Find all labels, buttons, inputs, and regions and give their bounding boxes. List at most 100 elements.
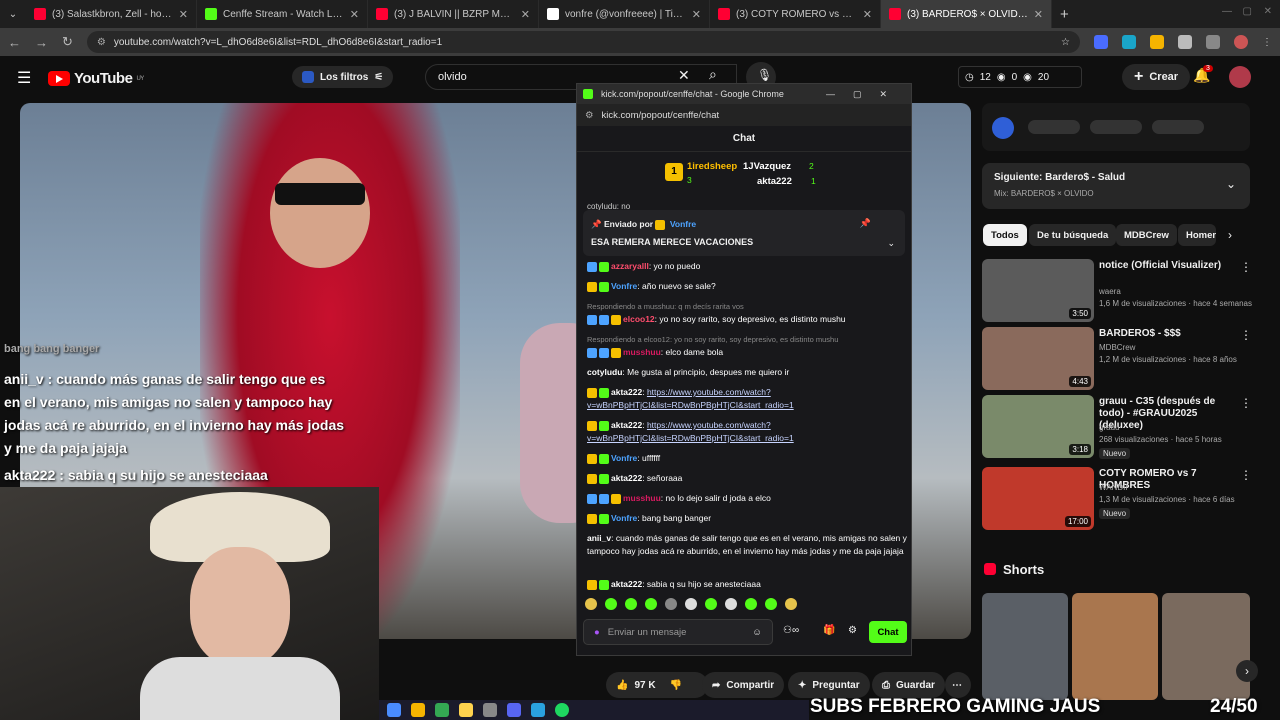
hamburger-menu-icon[interactable]: ☰ <box>17 68 31 88</box>
share-button[interactable]: ➦ Compartir <box>702 672 785 698</box>
channel-name[interactable]: MDBCrew <box>1099 343 1135 352</box>
video-thumbnail[interactable]: 4:43 <box>982 327 1094 390</box>
chat-message[interactable]: anii_v: cuando más ganas de salir tengo … <box>587 532 907 558</box>
video-title[interactable]: grauu - C35 (después de todo) - #GRAUU20… <box>1099 396 1239 432</box>
emote-icon[interactable] <box>665 598 677 610</box>
close-tab-icon[interactable]: ✕ <box>521 8 530 21</box>
emote-icon[interactable] <box>605 598 617 610</box>
chat-message[interactable]: akta222: señoraaa <box>587 472 907 485</box>
filters-button[interactable]: Los filtros ⚟ <box>292 66 394 88</box>
taskbar-app-icon[interactable] <box>387 703 401 717</box>
close-tab-icon[interactable]: ✕ <box>179 8 188 21</box>
taskbar-app-icon[interactable] <box>483 703 497 717</box>
chat-message[interactable]: akta222: sabia q su hijo se anesteciaaa <box>587 578 907 591</box>
more-actions-button[interactable]: ⋯ <box>945 672 971 698</box>
spotify-icon[interactable] <box>555 703 569 717</box>
emoji-icon[interactable]: ☺ <box>752 627 762 638</box>
chat-message[interactable]: Vonfre: bang bang banger <box>587 512 907 525</box>
browser-tab[interactable]: vonfre (@vonfreeee) | TikTok ✕ <box>539 0 710 28</box>
chip-homen[interactable]: Homen <box>1178 224 1216 246</box>
close-tab-icon[interactable]: ✕ <box>1034 8 1043 21</box>
people-icon[interactable]: ⚇∞ <box>783 625 799 636</box>
site-info-icon[interactable]: ⚙ <box>97 37 106 48</box>
chat-message[interactable]: akta222: https://www.youtube.com/watch?v… <box>587 419 907 445</box>
popup-window-controls[interactable]: —▢✕ <box>826 89 905 100</box>
emote-icon[interactable] <box>705 598 717 610</box>
discord-icon[interactable] <box>507 703 521 717</box>
settings-gear-icon[interactable]: ⚙ <box>848 625 857 636</box>
video-thumbnail[interactable]: 17:00 <box>982 467 1094 530</box>
forward-icon[interactable]: → <box>35 35 48 50</box>
emote-icon[interactable] <box>785 598 797 610</box>
video-title[interactable]: BARDERO$ - $$$ <box>1099 328 1239 340</box>
send-chat-button[interactable]: Chat <box>869 621 907 643</box>
chip-mdbcrew[interactable]: MDBCrew <box>1116 224 1177 246</box>
chat-username[interactable]: Vonfre <box>611 513 637 523</box>
thumbs-up-icon[interactable]: 👍 <box>616 680 628 691</box>
chat-username[interactable]: azzaryalll <box>611 261 649 271</box>
channel-name[interactable]: grauu <box>1099 423 1119 432</box>
browser-tab[interactable]: Cenffe Stream - Watch Live on K... ✕ <box>197 0 368 28</box>
chrome-icon[interactable] <box>435 703 449 717</box>
profile-avatar[interactable] <box>1234 35 1248 49</box>
browser-tab[interactable]: (3) BARDERO$ × OLVIDO - YouT... ✕ <box>881 0 1052 28</box>
video-thumbnail[interactable]: 3:50 <box>982 259 1094 322</box>
extension-icon[interactable] <box>1122 35 1136 49</box>
menu-dots-icon[interactable]: ⋮ <box>1262 37 1272 48</box>
folder-icon[interactable] <box>459 703 473 717</box>
telegram-icon[interactable] <box>531 703 545 717</box>
extension-icon[interactable] <box>1150 35 1164 49</box>
video-title[interactable]: notice (Official Visualizer) <box>1099 260 1239 272</box>
video-menu-icon[interactable]: ⋮ <box>1240 328 1252 342</box>
channel-name[interactable]: waera <box>1099 287 1121 296</box>
unpin-icon[interactable]: 📌 <box>860 218 871 229</box>
short-thumbnail[interactable] <box>1072 593 1158 700</box>
video-thumbnail[interactable]: 3:18 <box>982 395 1094 458</box>
chat-message[interactable]: musshuu: no lo dejo salir d joda a elco <box>587 492 907 505</box>
extension-logo-icon[interactable] <box>992 117 1014 139</box>
pinned-message[interactable]: 📌 Enviado por Vonfre ESA REMERA MERECE V… <box>583 210 905 256</box>
chat-input[interactable]: ● Enviar un mensaje ☺ <box>583 619 773 645</box>
channel-name[interactable]: WANDII <box>1099 483 1128 492</box>
taskbar-app-icon[interactable] <box>411 703 425 717</box>
emote-icon[interactable] <box>585 598 597 610</box>
chat-username[interactable]: akta222 <box>611 387 642 397</box>
chat-message[interactable]: elcoo12: yo no soy rarito, soy depresivo… <box>587 313 907 326</box>
emote-icon[interactable] <box>645 598 657 610</box>
close-tab-icon[interactable]: ✕ <box>863 8 872 21</box>
chat-username[interactable]: elcoo12 <box>623 314 655 324</box>
video-menu-icon[interactable]: ⋮ <box>1240 468 1252 482</box>
address-bar[interactable]: ⚙ youtube.com/watch?v=L_dhO6d8e6I&list=R… <box>86 31 1080 53</box>
chip-all[interactable]: Todos <box>983 224 1027 246</box>
short-thumbnail[interactable] <box>982 593 1068 700</box>
browser-tab[interactable]: (3) COTY ROMERO vs 7 HOMBR... ✕ <box>710 0 881 28</box>
back-icon[interactable]: ← <box>8 35 21 50</box>
close-window-icon[interactable]: ✕ <box>1264 6 1272 17</box>
chevron-right-icon[interactable]: › <box>1228 228 1232 242</box>
close-tab-icon[interactable]: ✕ <box>350 8 359 21</box>
emote-icon[interactable] <box>625 598 637 610</box>
chevron-down-icon[interactable]: ⌄ <box>887 238 895 249</box>
browser-tab[interactable]: (3) Salastkbron, Zell - hoteles (j... ✕ <box>26 0 197 28</box>
chat-username[interactable]: anii_v <box>587 533 611 543</box>
close-tab-icon[interactable]: ✕ <box>692 8 701 21</box>
tab-search-icon[interactable]: ⌄ <box>0 9 26 20</box>
save-button[interactable]: ⎙ Guardar <box>872 672 945 698</box>
chat-username[interactable]: Vonfre <box>611 281 637 291</box>
chat-username[interactable]: akta222 <box>611 420 642 430</box>
browser-tab[interactable]: (3) J BALVIN || BZRP Music Sess... ✕ <box>368 0 539 28</box>
chevron-down-icon[interactable]: ⌄ <box>1226 177 1236 191</box>
chat-username[interactable]: musshuu <box>623 347 661 357</box>
chip-from-search[interactable]: De tu búsqueda <box>1029 224 1117 246</box>
gift-icon[interactable]: 🎁 <box>823 625 835 636</box>
extension-icon[interactable] <box>1178 35 1192 49</box>
ask-button[interactable]: ✦ Preguntar <box>788 672 870 698</box>
chat-username[interactable]: akta222 <box>611 473 642 483</box>
thumbs-down-icon[interactable]: 👎 <box>670 680 682 691</box>
reload-icon[interactable]: ↻ <box>62 34 73 50</box>
account-avatar[interactable] <box>1229 66 1251 88</box>
up-next-mix-panel[interactable]: Siguiente: Bardero$ - Salud Mix: BARDERO… <box>982 163 1250 209</box>
emote-icon[interactable] <box>725 598 737 610</box>
emote-icon[interactable] <box>685 598 697 610</box>
chat-username[interactable]: Vonfre <box>611 453 637 463</box>
